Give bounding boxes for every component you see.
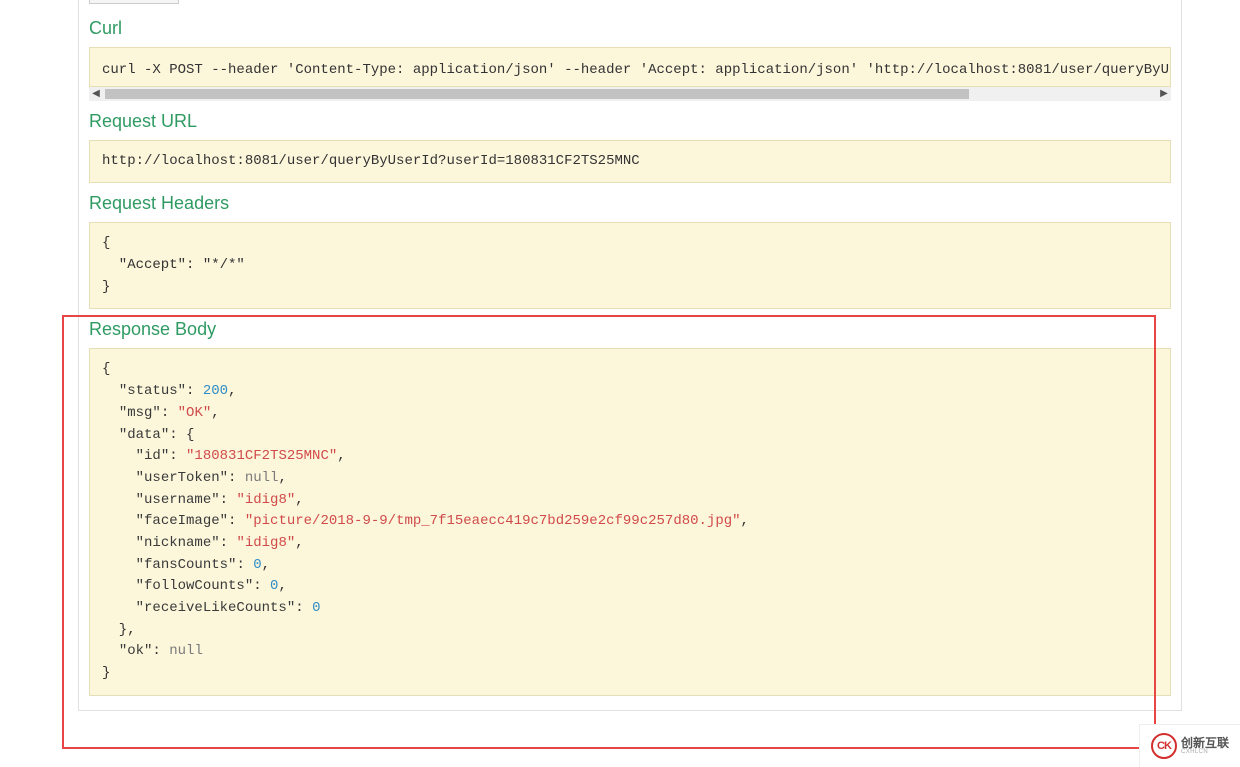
page: Curl curl -X POST --header 'Content-Type… [0, 0, 1240, 711]
response-body-code[interactable]: { "status": 200, "msg": "OK", "data": { … [89, 348, 1171, 695]
logo-text-cn: 创新互联 [1181, 737, 1229, 749]
curl-scrollbar[interactable]: ◀ ▶ [89, 87, 1171, 101]
api-response-panel: Curl curl -X POST --header 'Content-Type… [78, 0, 1182, 711]
request-headers-title: Request Headers [89, 193, 1171, 214]
scroll-thumb[interactable] [105, 89, 969, 99]
scroll-track[interactable] [103, 89, 1157, 99]
watermark-logo: CK 创新互联 CXHLCN [1139, 724, 1240, 767]
request-url-title: Request URL [89, 111, 1171, 132]
response-body-title: Response Body [89, 319, 1171, 340]
logo-mark-icon: CK [1151, 733, 1177, 759]
scroll-left-icon[interactable]: ◀ [89, 87, 103, 101]
curl-title: Curl [89, 18, 1171, 39]
logo-text-en: CXHLCN [1181, 749, 1229, 755]
request-url-code[interactable]: http://localhost:8081/user/queryByUserId… [89, 140, 1171, 184]
curl-code[interactable]: curl -X POST --header 'Content-Type: app… [89, 47, 1171, 87]
ghost-button-remnant [89, 0, 179, 4]
scroll-right-icon[interactable]: ▶ [1157, 87, 1171, 101]
request-headers-code[interactable]: { "Accept": "*/*" } [89, 222, 1171, 309]
